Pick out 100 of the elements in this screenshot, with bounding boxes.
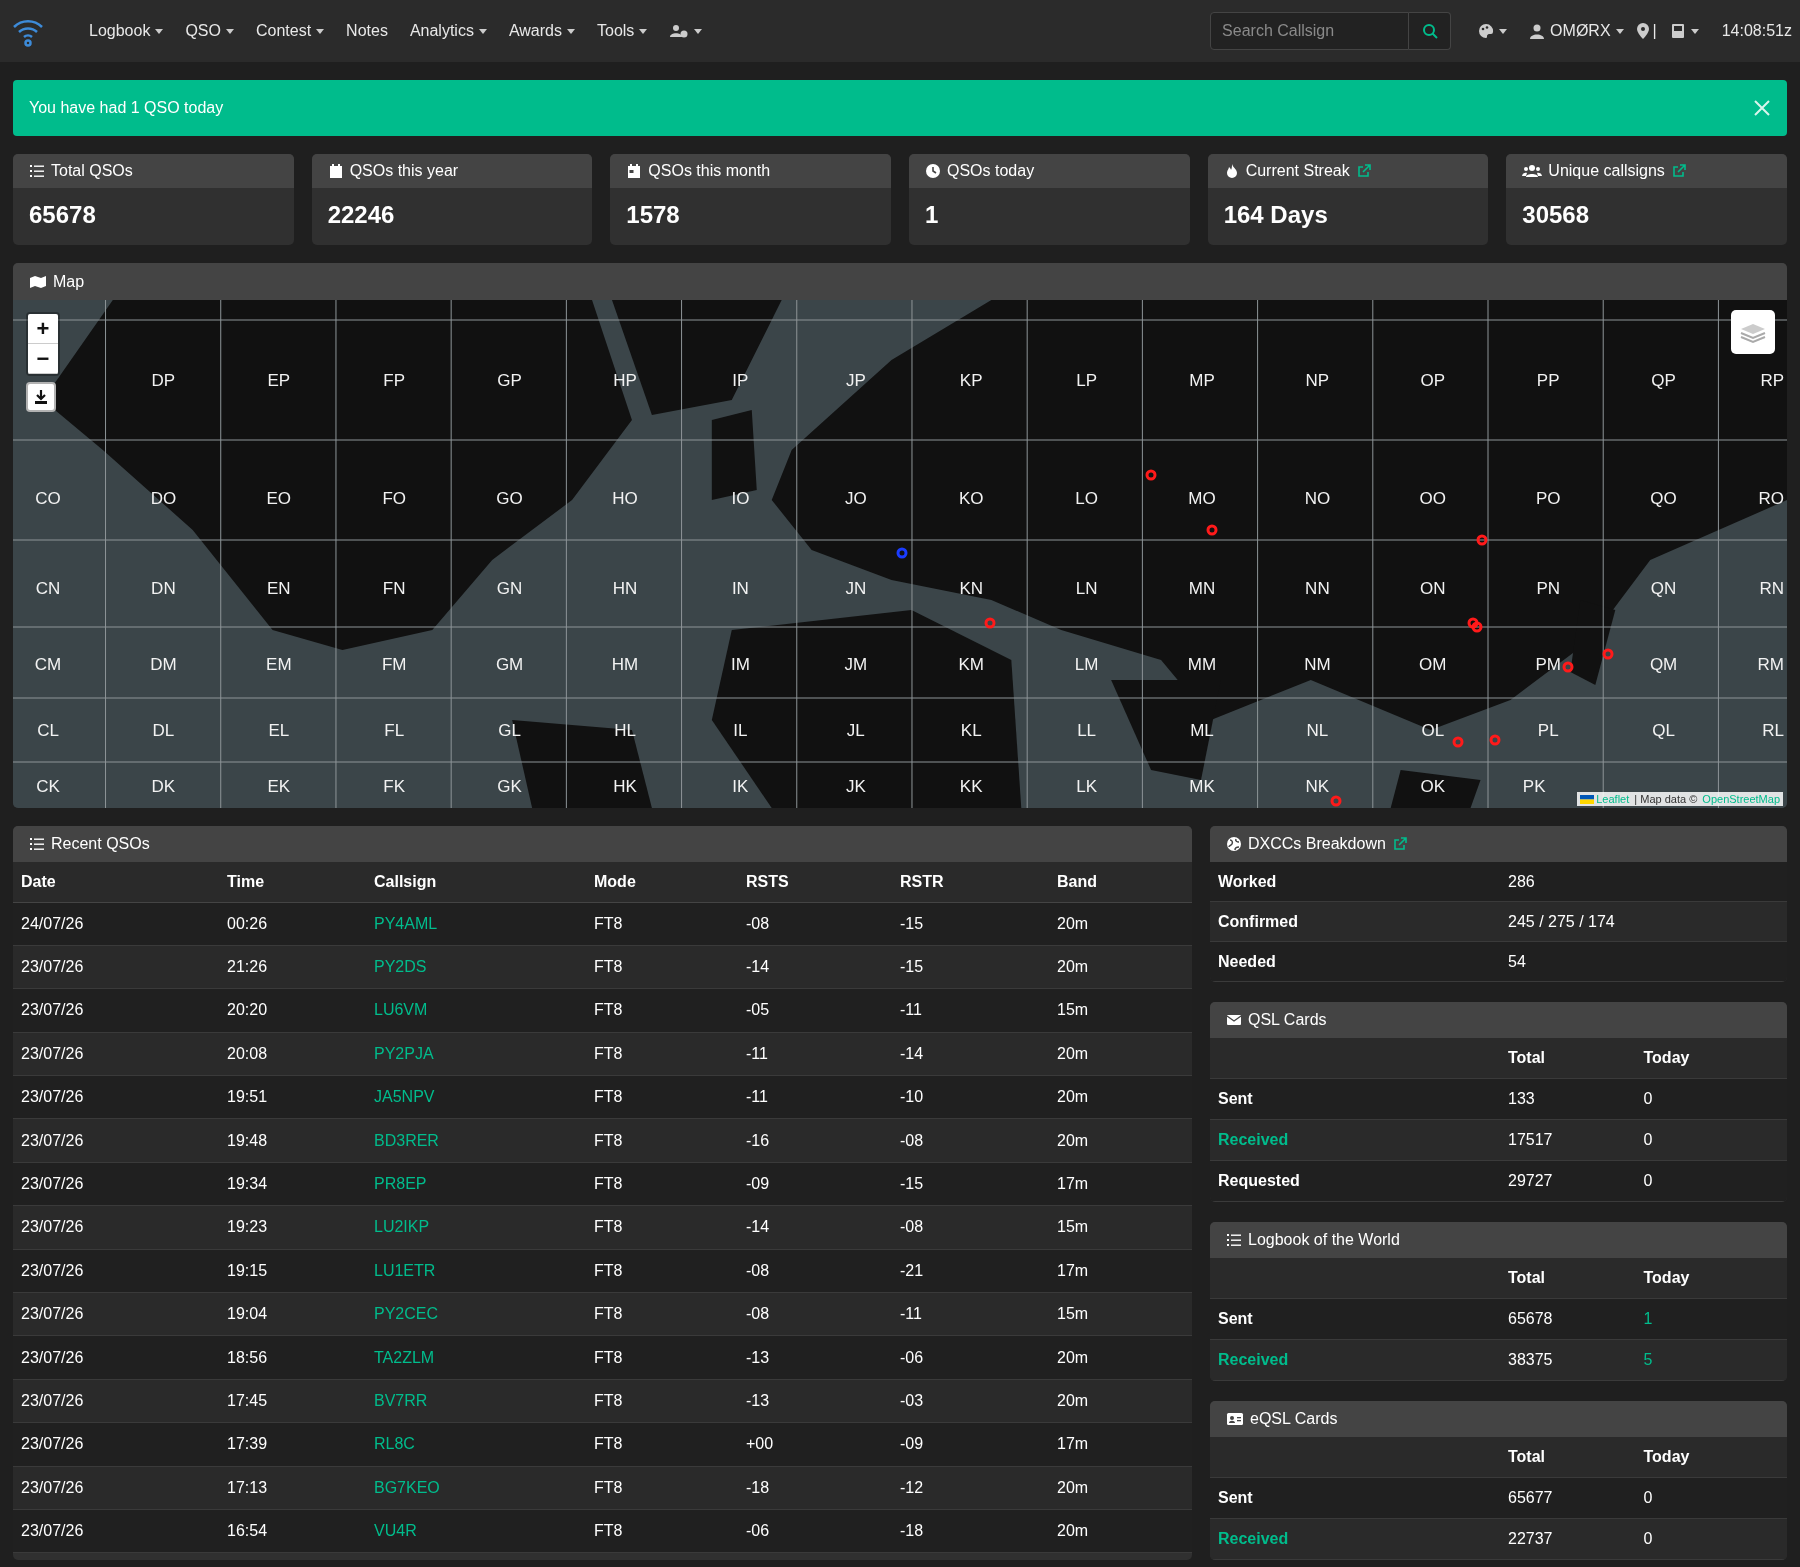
grid-square-label: CO — [35, 489, 61, 509]
attribution-text: | Map data © — [1633, 793, 1699, 805]
search-field[interactable]: Search Callsign — [1210, 12, 1410, 50]
callsign-link[interactable]: PY2DS — [374, 958, 427, 976]
caret-icon — [567, 28, 575, 34]
table-cell: -15 — [892, 945, 1049, 989]
column-header: Mode — [586, 862, 738, 902]
callsign-link[interactable]: LU2IKP — [374, 1218, 430, 1236]
row-label: Received — [1218, 1530, 1290, 1548]
card-title: DXCCs Breakdown — [1248, 835, 1386, 853]
map-marker — [1489, 734, 1501, 746]
grid-square-label: DO — [150, 489, 177, 509]
table-cell: -18 — [892, 1509, 1049, 1553]
grid-square-label: JM — [844, 655, 868, 675]
callsign-link[interactable]: PY2PJA — [374, 1044, 434, 1062]
grid-square-label: RL — [1762, 721, 1784, 741]
row-label: Sent — [1218, 1310, 1254, 1328]
table-cell: -06 — [738, 1509, 892, 1553]
card-title: QSL Cards — [1248, 1011, 1327, 1029]
stat-value: 22246 — [326, 200, 396, 230]
row-value: 0 — [1643, 1131, 1654, 1149]
table-cell: -13 — [738, 1335, 892, 1380]
callsign-link[interactable]: PY2CEC — [374, 1305, 439, 1323]
download-icon — [33, 389, 49, 405]
callsign-link[interactable]: RL8C — [374, 1435, 415, 1453]
row-label: Sent — [1218, 1489, 1254, 1507]
list-icon — [29, 163, 45, 179]
callsign-link[interactable]: TA2ZLM — [374, 1348, 435, 1366]
globe-icon — [1226, 836, 1242, 852]
table-cell: FT8 — [586, 1162, 738, 1206]
nav-menu-item[interactable]: Analytics — [400, 14, 496, 48]
callsign-link[interactable]: PY4AML — [374, 914, 438, 932]
search-button[interactable] — [1409, 12, 1452, 50]
table-cell: 19:23 — [219, 1205, 366, 1250]
grid-square-label: MP — [1189, 371, 1215, 391]
stat-title: Current Streak — [1245, 162, 1350, 180]
grid-square-label: PM — [1535, 655, 1561, 675]
grid-square-label: PP — [1536, 371, 1560, 391]
grid-square-label: MK — [1189, 777, 1215, 797]
caret-icon — [639, 28, 648, 34]
table-cell: 20:20 — [219, 988, 366, 1033]
grid-square-label: ON — [1420, 579, 1446, 599]
table-cell: FT8 — [586, 1075, 738, 1119]
map-marker — [1471, 621, 1483, 633]
nav-menu-item[interactable]: Contest — [246, 14, 334, 48]
user-menu[interactable]: OMØRX — [1520, 14, 1633, 48]
column-header: Total — [1508, 1448, 1547, 1466]
table-cell: -09 — [738, 1162, 892, 1206]
row-label: Received — [1218, 1131, 1290, 1149]
table-cell: FT8 — [586, 1379, 738, 1423]
column-header: Today — [1643, 1269, 1691, 1287]
callsign-link[interactable]: LU6VM — [374, 1001, 428, 1019]
grid-square-label: OK — [1420, 777, 1446, 797]
row-label: Requested — [1218, 1172, 1301, 1190]
grid-square-label: GN — [496, 579, 523, 599]
flag-icon — [1580, 794, 1595, 804]
grid-square-label: NN — [1305, 579, 1330, 599]
grid-square-label: PN — [1536, 579, 1560, 599]
row-value: 38375 — [1508, 1351, 1554, 1369]
row-value: 1 — [1643, 1310, 1654, 1328]
external-link-icon — [1670, 163, 1687, 179]
row-label: Worked — [1218, 872, 1278, 891]
grid-square-label: LO — [1075, 489, 1098, 509]
callsign-link[interactable]: JA5NPV — [374, 1088, 435, 1106]
table-cell: 21:26 — [219, 945, 366, 989]
nav-menu-item[interactable]: Logbook — [80, 14, 173, 48]
grid-square-label: NK — [1305, 777, 1330, 797]
table-cell: -08 — [738, 1249, 892, 1293]
callsign-link[interactable]: PR8EP — [374, 1175, 427, 1193]
grid-square-label: MM — [1187, 655, 1217, 675]
grid-square-label: OL — [1421, 721, 1445, 741]
callsign-link[interactable]: VU4R — [374, 1522, 417, 1540]
grid-square-label: ML — [1190, 721, 1214, 741]
callsign-link[interactable]: BG7KEO — [374, 1478, 440, 1496]
table-cell: 19:34 — [219, 1162, 366, 1206]
table-cell: 16:54 — [219, 1509, 366, 1553]
callsign-link[interactable]: BV7RR — [374, 1392, 428, 1409]
callsign-link[interactable]: LU1ETR — [374, 1261, 436, 1279]
nav-menu-item[interactable]: Notes — [337, 14, 397, 48]
separator: | — [1652, 22, 1657, 40]
zoom-out-button[interactable]: − — [28, 344, 58, 374]
palette-icon — [1478, 23, 1495, 39]
grid-square-label: NO — [1304, 489, 1331, 509]
download-button[interactable] — [26, 382, 56, 412]
nav-menu-item[interactable]: Tools — [588, 14, 657, 48]
callsign-link[interactable]: BD3RER — [374, 1131, 439, 1149]
table-cell: 23/07/26 — [13, 1249, 219, 1293]
nav-menu-item[interactable]: Awards — [499, 14, 584, 48]
table-cell: 15m — [1049, 988, 1192, 1033]
grid-square-label: FP — [383, 371, 406, 391]
table-cell: 23/07/26 — [13, 1466, 219, 1510]
grid-square-label: HN — [612, 579, 638, 599]
grid-square-label: JP — [845, 371, 866, 391]
nav-menu-item[interactable]: QSO — [176, 14, 243, 48]
zoom-in-button[interactable]: + — [28, 314, 58, 344]
external-link-icon — [1391, 836, 1408, 852]
table-cell: 17:39 — [219, 1422, 366, 1467]
grid-square-label: GO — [496, 489, 523, 509]
table-cell: 20m — [1049, 1075, 1192, 1119]
table-cell: FT8 — [586, 1205, 738, 1250]
